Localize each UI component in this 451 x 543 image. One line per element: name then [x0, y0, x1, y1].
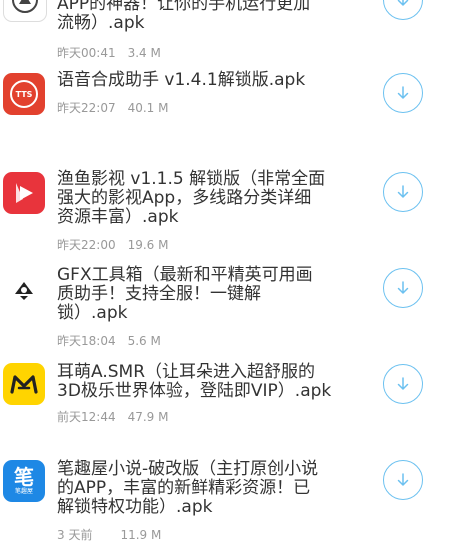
download-button[interactable]: [383, 268, 423, 308]
file-meta: 昨天22:07 40.1 M: [57, 99, 168, 116]
download-button[interactable]: [383, 172, 423, 212]
ear-asmr-icon: [3, 363, 45, 405]
download-arrow-icon: [397, 473, 409, 486]
download-arrow-icon: [397, 281, 409, 294]
file-size: 11.9 M: [120, 528, 162, 542]
file-size: 3.4 M: [127, 46, 161, 60]
novel-app-icon: 笔 笔趣屋: [3, 460, 45, 502]
file-meta: 昨天00:41 3.4 M: [57, 44, 161, 61]
file-size: 19.6 M: [127, 238, 169, 252]
video-play-icon: [3, 172, 45, 214]
file-title[interactable]: APP的神器！让你的手机运行更加 流畅）.apk: [57, 0, 367, 33]
file-size: 47.9 M: [127, 410, 169, 424]
download-arrow-icon: [397, 0, 409, 6]
file-meta: 3 天前 11.9 M: [57, 526, 161, 543]
file-title[interactable]: 耳萌A.SMR（让耳朵进入超舒服的 3D极乐世界体验，登陆即VIP）.apk: [57, 363, 367, 401]
file-title[interactable]: GFX工具箱（最新和平精英可用画 质助手！支持全服！一键解 锁）.apk: [57, 266, 367, 323]
tts-icon-label: TTS: [15, 89, 33, 99]
download-button[interactable]: [383, 73, 423, 113]
tts-icon: TTS: [3, 73, 45, 115]
file-date: 昨天00:41: [57, 46, 116, 60]
file-title[interactable]: 笔趣屋小说-破改版（主打原创小说 的APP，丰富的新鲜精彩资源！已 解锁特权功能…: [57, 460, 367, 517]
novel-icon-caption: 笔趣屋: [14, 488, 33, 495]
file-size: 40.1 M: [127, 101, 169, 115]
novel-icon-glyph: 笔: [14, 465, 34, 489]
download-button[interactable]: [383, 460, 423, 500]
partial-app-icon: [3, 0, 47, 22]
file-date: 昨天18:04: [57, 334, 116, 348]
file-date: 昨天22:07: [57, 101, 116, 115]
gfx-tool-icon: [3, 268, 45, 310]
file-date: 前天12:44: [57, 410, 116, 424]
download-button[interactable]: [383, 0, 423, 20]
download-arrow-icon: [397, 377, 409, 390]
file-date: 3 天前: [57, 528, 93, 542]
file-title[interactable]: 语音合成助手 v1.4.1解锁版.apk: [57, 71, 367, 90]
file-date: 昨天22:00: [57, 238, 116, 252]
file-meta: 前天12:44 47.9 M: [57, 408, 168, 425]
file-title[interactable]: 渔鱼影视 v1.1.5 解锁版（非常全面 强大的影视App，多线路分类详细 资源…: [57, 170, 367, 227]
file-size: 5.6 M: [127, 334, 161, 348]
download-arrow-icon: [397, 185, 409, 198]
file-meta: 昨天18:04 5.6 M: [57, 332, 161, 349]
download-arrow-icon: [397, 86, 409, 99]
file-meta: 昨天22:00 19.6 M: [57, 236, 168, 253]
download-button[interactable]: [383, 364, 423, 404]
